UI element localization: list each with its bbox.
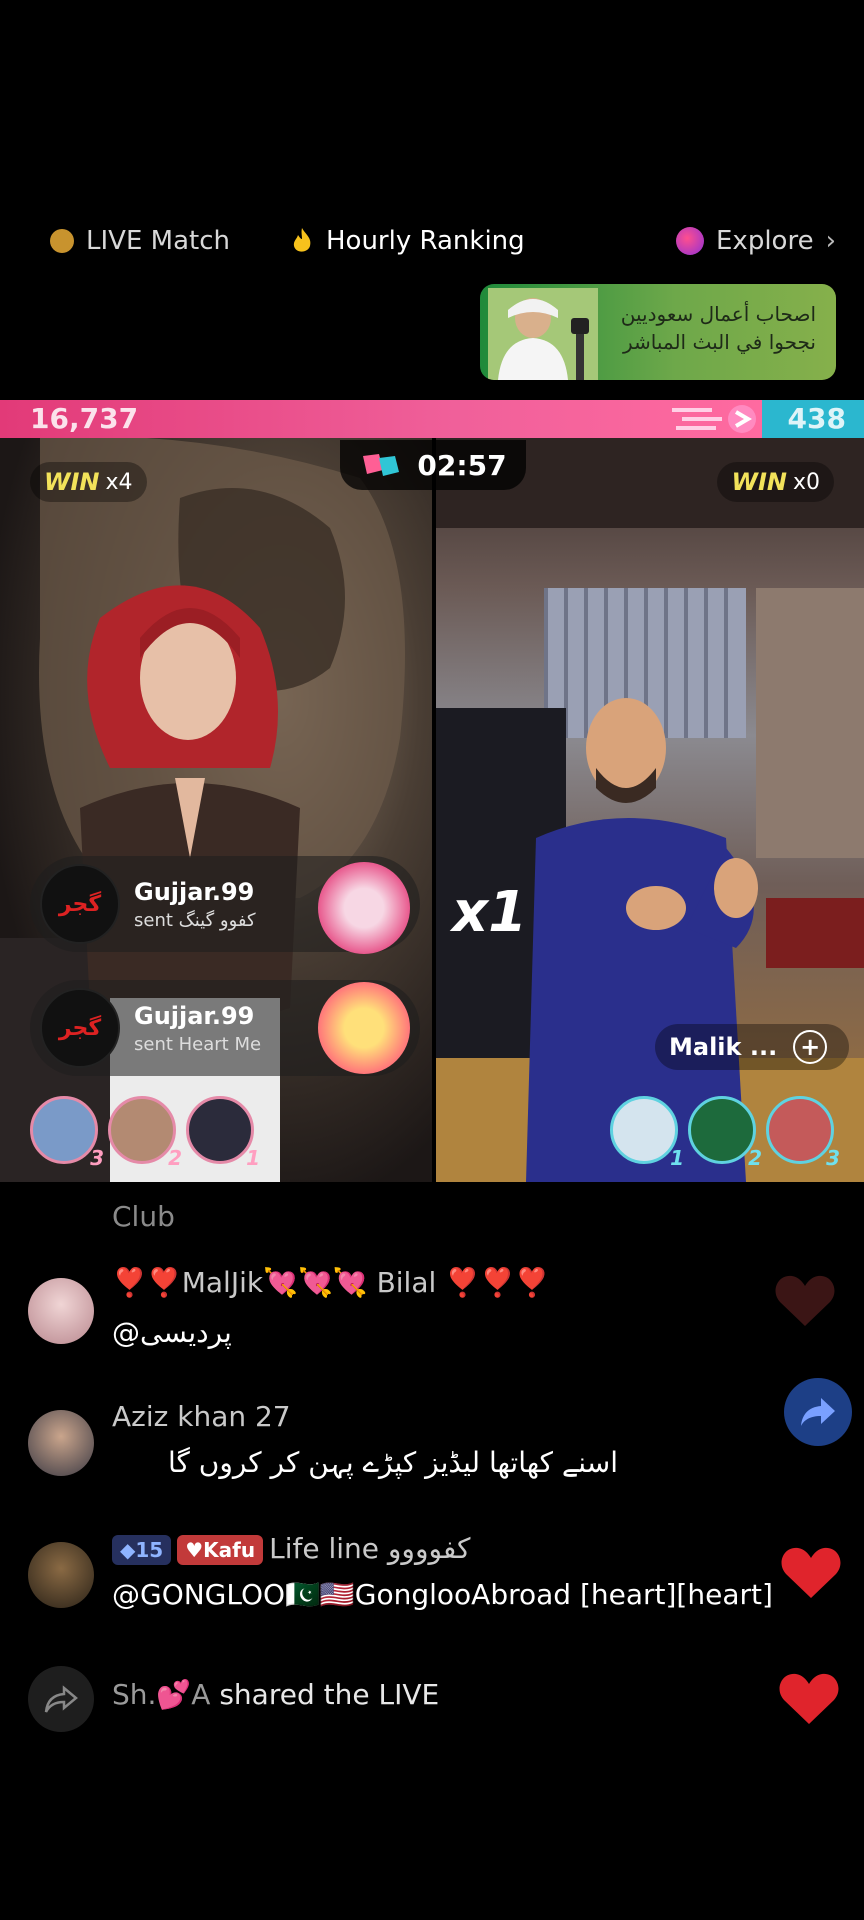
share-action: shared the LIVE (219, 1678, 440, 1711)
faded-heart-icon (775, 1275, 835, 1326)
pk-right-score: 438 (787, 402, 846, 435)
chat-user-name[interactable]: ❣️❣️MaاJik💘💘💘 Bilal ❣️❣️❣️ (112, 1266, 550, 1299)
chat-message-text: @GONGLOO🇵🇰🇺🇸GonglooAbroad [heart][heart] (112, 1578, 773, 1611)
chevron-right-icon: › (825, 226, 836, 256)
tab-hourly-ranking[interactable]: Hourly Ranking (290, 223, 525, 259)
left-top-supporter[interactable]: 1 (186, 1096, 260, 1170)
like-heart-icon[interactable] (778, 1670, 840, 1726)
right-host-name: Malik ... (669, 1033, 778, 1061)
supporter-avatar (688, 1096, 756, 1164)
level-badge: ◆ 15 (112, 1535, 172, 1565)
pk-left-score: 16,737 (30, 402, 139, 435)
share-icon (28, 1666, 94, 1732)
chat-message[interactable]: Aziz khan 27 اسنے کھاتھا لیڈیز کپڑے پہن … (28, 1400, 848, 1510)
level-badge-value: 15 (135, 1538, 164, 1562)
left-win-streak: WIN x4 (30, 462, 147, 502)
follow-plus-icon[interactable]: + (793, 1030, 828, 1064)
pk-score-bar: 16,737 438 (0, 400, 864, 438)
chat-user-header: ◆ 15 ♥ Kafu Life line کفوووو (112, 1532, 470, 1565)
promo-banner[interactable]: اصحاب أعمال سعوديين نجحوا في البث المباش… (480, 284, 836, 380)
tab-hourly-ranking-label: Hourly Ranking (326, 226, 525, 256)
supporter-rank: 1 (670, 1146, 684, 1170)
share-button[interactable] (784, 1378, 852, 1446)
gift-sender-name: Gujjar.99 (134, 877, 255, 906)
gift-sender-avatar: گجر (40, 988, 120, 1068)
promo-person-image (488, 288, 598, 380)
tab-live-match-label: LIVE Match (86, 226, 230, 256)
supporter-avatar (30, 1096, 98, 1164)
supporter-rank: 3 (826, 1146, 840, 1170)
live-match-icon (50, 229, 74, 253)
share-user-name[interactable]: Sh.💕A (112, 1678, 210, 1711)
gift-sticker-icon (318, 862, 410, 954)
pk-arrow-icon (672, 405, 756, 433)
planet-icon (676, 227, 704, 255)
supporter-rank: 2 (168, 1146, 182, 1170)
share-text: Sh.💕A shared the LIVE (112, 1678, 439, 1711)
gift-sender-name: Gujjar.99 (134, 1001, 255, 1030)
top-nav: LIVE Match Hourly Ranking Explore › (0, 205, 864, 275)
right-top-supporter[interactable]: 1 (610, 1096, 684, 1170)
like-heart-icon[interactable] (780, 1544, 842, 1600)
supporter-avatar (186, 1096, 254, 1164)
supporter-rank: 1 (246, 1146, 260, 1170)
chat-message-text: اسنے کھاتھا لیڈیز کپڑے پہن کر کروں گا (168, 1446, 618, 1479)
chat-user-avatar[interactable] (28, 1278, 94, 1344)
right-win-streak: WIN x0 (717, 462, 834, 502)
right-win-count: x0 (792, 469, 820, 495)
fan-badge: ♥ Kafu (177, 1535, 264, 1565)
fan-badge-label: Kafu (203, 1538, 256, 1562)
tab-explore[interactable]: Explore › (676, 223, 836, 259)
chat-message[interactable]: ❣️❣️MaاJik💘💘💘 Bilal ❣️❣️❣️ @پردیسی (28, 1266, 848, 1376)
promo-banner-text: اصحاب أعمال سعوديين نجحوا في البث المباش… (620, 302, 816, 354)
chat-message[interactable]: ◆ 15 ♥ Kafu Life line کفوووو @GONGLOO🇵🇰🇺🇸G… (28, 1532, 848, 1642)
supporter-avatar (766, 1096, 834, 1164)
heart-me-gift-icon (318, 982, 410, 1074)
supporter-rank: 3 (90, 1146, 104, 1170)
gift-description: sent Heart Me (134, 1033, 262, 1055)
left-win-count: x4 (105, 469, 133, 495)
supporter-avatar (108, 1096, 176, 1164)
gift-sender-avatar-text: گجر (58, 891, 102, 917)
tab-live-match[interactable]: LIVE Match (50, 223, 230, 259)
gift-description: sent کفوو گینگ (134, 909, 256, 931)
chat-user-name[interactable]: Aziz khan 27 (112, 1400, 291, 1433)
tab-explore-label: Explore (716, 226, 814, 256)
share-notification: Sh.💕A shared the LIVE (28, 1664, 848, 1734)
right-host-name-pill[interactable]: Malik ... + (655, 1024, 849, 1070)
chat-message-text: @پردیسی (112, 1316, 232, 1349)
left-top-supporter[interactable]: 2 (108, 1096, 182, 1170)
share-arrow-icon (801, 1398, 835, 1426)
left-top-supporter[interactable]: 3 (30, 1096, 104, 1170)
gift-sender-avatar: گجر (40, 864, 120, 944)
flame-icon (290, 227, 314, 255)
pk-timer-text: 02:57 (417, 448, 507, 482)
right-win-label: WIN (731, 468, 787, 496)
pk-timer: 02:57 (340, 440, 526, 490)
supporter-avatar (610, 1096, 678, 1164)
chat-club-label: Club (112, 1200, 175, 1233)
chat-user-avatar[interactable] (28, 1410, 94, 1476)
right-host-video[interactable]: WIN x0 (436, 438, 864, 1182)
supporter-rank: 2 (748, 1146, 762, 1170)
pk-multiplier: x1 (452, 880, 528, 945)
left-win-label: WIN (44, 468, 100, 496)
chat-user-avatar[interactable] (28, 1542, 94, 1608)
pk-versus-icon (363, 454, 400, 476)
right-top-supporter[interactable]: 3 (766, 1096, 840, 1170)
gift-sender-avatar-text: گجر (58, 1015, 102, 1041)
right-top-supporter[interactable]: 2 (688, 1096, 762, 1170)
chat-user-name[interactable]: Life line کفوووو (269, 1532, 470, 1565)
